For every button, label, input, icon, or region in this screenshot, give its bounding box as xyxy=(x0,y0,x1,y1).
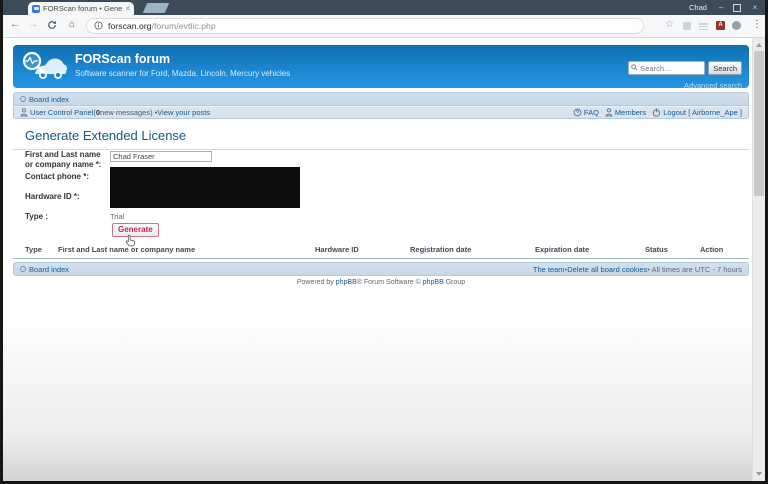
site-title[interactable]: FORScan forum xyxy=(75,52,170,66)
faq-icon xyxy=(573,108,582,117)
window-maximize-button[interactable] xyxy=(731,2,743,15)
license-table-header: Type First and Last name or company name… xyxy=(13,243,749,259)
advanced-search-link[interactable]: Advanced search xyxy=(684,81,742,90)
forum-header-banner: FORScan forum Software scanner for Ford,… xyxy=(13,45,749,88)
footer-bar: Board index The team • Delete all board … xyxy=(13,262,749,276)
search-area: Search Advanced search xyxy=(628,61,742,93)
scroll-up-icon[interactable] xyxy=(756,43,762,47)
url-host: forscan.org xyxy=(108,21,152,31)
col-registration-date: Registration date xyxy=(410,245,535,254)
members-icon xyxy=(605,108,613,117)
info-icon[interactable] xyxy=(94,17,103,35)
search-input[interactable] xyxy=(628,61,705,75)
extension-circle-icon[interactable] xyxy=(732,21,741,30)
maximize-icon xyxy=(733,4,741,12)
extension-icon[interactable] xyxy=(683,22,691,30)
home-icon[interactable]: ⌂ xyxy=(65,19,79,30)
col-hardware-id: Hardware ID xyxy=(315,245,410,254)
logout-icon xyxy=(652,108,661,117)
ucp-messages-post: new messages) • xyxy=(100,108,157,117)
url-bar[interactable]: forscan.org/forum/evtlic.php xyxy=(86,18,644,34)
chrome-profile-name[interactable]: Chad xyxy=(689,3,707,12)
col-status: Status xyxy=(645,245,700,254)
col-expiration-date: Expiration date xyxy=(535,245,645,254)
chrome-menu-icon[interactable]: ⋮ xyxy=(752,19,762,30)
timezone-text: • All times are UTC - 7 hours xyxy=(647,265,742,274)
tab-close-icon[interactable]: × xyxy=(125,5,130,13)
breadcrumb-bar: Board index xyxy=(13,92,749,106)
name-label: First and Last name or company name *: xyxy=(25,150,109,171)
reload-icon[interactable] xyxy=(45,20,59,33)
col-type: Type xyxy=(25,245,58,254)
address-bar: ← → ⌂ forscan.org/forum/evtlic.php ☆ A ⋮ xyxy=(3,15,765,38)
forscan-logo-icon[interactable] xyxy=(21,50,67,88)
board-index-icon xyxy=(20,96,26,102)
new-tab-button[interactable] xyxy=(143,3,169,13)
page-viewport: FORScan forum Software scanner for Ford,… xyxy=(3,38,752,481)
faq-link[interactable]: FAQ xyxy=(584,108,599,117)
phpbb-group-link[interactable]: phpBB xyxy=(423,279,444,286)
page-title: Generate Extended License xyxy=(13,126,749,150)
col-action: Action xyxy=(700,245,749,254)
board-index-link[interactable]: Board index xyxy=(29,95,69,104)
window-close-button[interactable]: × xyxy=(749,2,761,13)
powered-prefix: Powered by xyxy=(297,279,336,286)
col-name: First and Last name or company name xyxy=(58,245,315,254)
bookmark-star-icon[interactable]: ☆ xyxy=(665,19,674,30)
search-icon xyxy=(631,64,638,71)
search-button[interactable]: Search xyxy=(708,61,742,75)
tab-title: FORScan forum • Gene xyxy=(43,4,122,13)
site-subtitle: Software scanner for Ford, Mazda, Lincol… xyxy=(75,69,290,78)
user-icon xyxy=(20,108,28,117)
user-control-panel-link[interactable]: User Control Panel xyxy=(30,108,93,117)
scroll-down-icon[interactable] xyxy=(756,472,762,476)
powered-by-line: Powered by phpBB® Forum Software © phpBB… xyxy=(13,279,749,286)
contact-phone-label: Contact phone *: xyxy=(25,172,109,182)
url-path: /forum/evtlic.php xyxy=(152,21,216,31)
members-link[interactable]: Members xyxy=(615,108,646,117)
view-your-posts-link[interactable]: View your posts xyxy=(157,108,210,117)
redacted-area xyxy=(110,167,300,208)
powered-mid: ® Forum Software © xyxy=(357,279,423,286)
browser-window: FORScan forum • Gene × Chad – × ← → ⌂ fo… xyxy=(3,0,765,481)
page-scrollbar[interactable] xyxy=(752,38,765,481)
scrollbar-thumb[interactable] xyxy=(754,51,764,196)
footer-board-index-icon xyxy=(20,266,26,272)
forward-icon: → xyxy=(26,19,40,30)
powered-suffix: Group xyxy=(444,279,465,286)
type-value: Trial xyxy=(110,212,124,221)
forscan-favicon-icon xyxy=(32,5,40,13)
the-team-link[interactable]: The team xyxy=(533,265,565,274)
footer-board-index-link[interactable]: Board index xyxy=(29,265,69,274)
name-input[interactable] xyxy=(110,151,212,162)
phpbb-link[interactable]: phpBB xyxy=(336,279,357,286)
logout-link[interactable]: Logout [ Airborne_Ape ] xyxy=(663,108,742,117)
delete-cookies-link[interactable]: Delete all board cookies xyxy=(567,265,647,274)
tab-bar: FORScan forum • Gene × Chad – × xyxy=(3,0,765,15)
url-text[interactable]: forscan.org/forum/evtlic.php xyxy=(108,21,216,31)
hardware-id-label: Hardware ID *: xyxy=(25,192,109,202)
window-minimize-button[interactable]: – xyxy=(715,2,727,13)
extension-lines-icon[interactable] xyxy=(699,23,708,30)
type-label: Type : xyxy=(25,212,109,222)
adobe-extension-icon[interactable]: A xyxy=(716,21,725,30)
user-nav-bar: User Control Panel ( 0 new messages) • V… xyxy=(13,106,749,119)
back-icon[interactable]: ← xyxy=(8,19,22,30)
browser-tab[interactable]: FORScan forum • Gene × xyxy=(28,2,134,15)
